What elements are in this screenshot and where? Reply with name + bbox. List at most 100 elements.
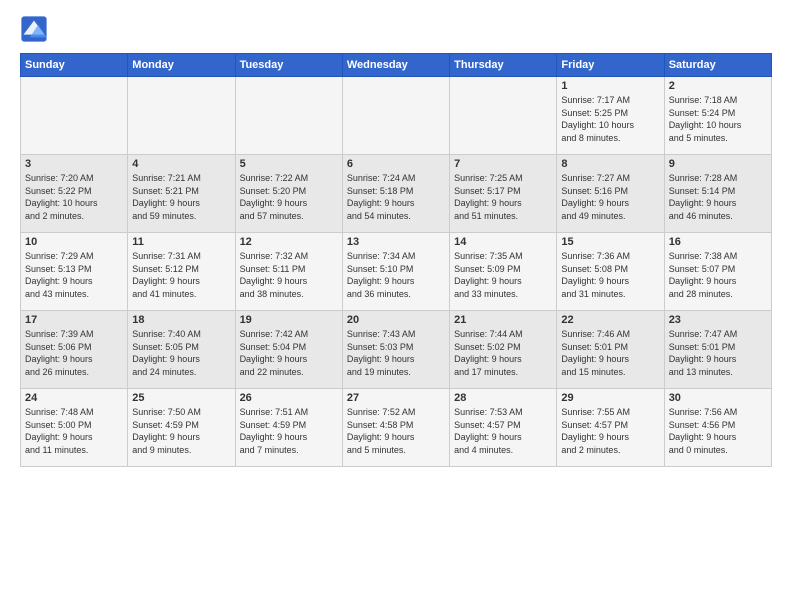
- day-header-sunday: Sunday: [21, 54, 128, 77]
- day-number: 11: [132, 236, 230, 248]
- day-info: Sunrise: 7:42 AM Sunset: 5:04 PM Dayligh…: [240, 328, 338, 378]
- day-info: Sunrise: 7:47 AM Sunset: 5:01 PM Dayligh…: [669, 328, 767, 378]
- day-number: 19: [240, 314, 338, 326]
- day-number: 13: [347, 236, 445, 248]
- day-info: Sunrise: 7:55 AM Sunset: 4:57 PM Dayligh…: [561, 406, 659, 456]
- day-number: 16: [669, 236, 767, 248]
- day-info: Sunrise: 7:39 AM Sunset: 5:06 PM Dayligh…: [25, 328, 123, 378]
- calendar-cell: 7 Sunrise: 7:25 AM Sunset: 5:17 PM Daylig…: [450, 155, 557, 233]
- calendar-cell: 23 Sunrise: 7:47 AM Sunset: 5:01 PM Dayli…: [664, 311, 771, 389]
- calendar-cell: 11 Sunrise: 7:31 AM Sunset: 5:12 PM Dayli…: [128, 233, 235, 311]
- logo: [20, 15, 52, 43]
- day-number: 17: [25, 314, 123, 326]
- day-info: Sunrise: 7:38 AM Sunset: 5:07 PM Dayligh…: [669, 250, 767, 300]
- day-number: 1: [561, 80, 659, 92]
- day-number: 21: [454, 314, 552, 326]
- calendar-cell: 18 Sunrise: 7:40 AM Sunset: 5:05 PM Dayli…: [128, 311, 235, 389]
- day-number: 4: [132, 158, 230, 170]
- day-info: Sunrise: 7:56 AM Sunset: 4:56 PM Dayligh…: [669, 406, 767, 456]
- calendar-cell: 21 Sunrise: 7:44 AM Sunset: 5:02 PM Dayli…: [450, 311, 557, 389]
- calendar-cell: 2 Sunrise: 7:18 AM Sunset: 5:24 PM Daylig…: [664, 77, 771, 155]
- day-info: Sunrise: 7:18 AM Sunset: 5:24 PM Dayligh…: [669, 94, 767, 144]
- calendar-cell: 8Sunrise: 7:27 AM Sunset: 5:16 PM Daylig…: [557, 155, 664, 233]
- day-info: Sunrise: 7:51 AM Sunset: 4:59 PM Dayligh…: [240, 406, 338, 456]
- calendar-body: 1 Sunrise: 7:17 AM Sunset: 5:25 PM Daylig…: [21, 77, 772, 467]
- week-row-4: 17 Sunrise: 7:39 AM Sunset: 5:06 PM Dayli…: [21, 311, 772, 389]
- calendar-cell: 12 Sunrise: 7:32 AM Sunset: 5:11 PM Dayli…: [235, 233, 342, 311]
- day-info: Sunrise: 7:53 AM Sunset: 4:57 PM Dayligh…: [454, 406, 552, 456]
- day-header-friday: Friday: [557, 54, 664, 77]
- day-number: 12: [240, 236, 338, 248]
- day-number: 10: [25, 236, 123, 248]
- day-number: 28: [454, 392, 552, 404]
- calendar-cell: 1 Sunrise: 7:17 AM Sunset: 5:25 PM Daylig…: [557, 77, 664, 155]
- calendar-cell: 20 Sunrise: 7:43 AM Sunset: 5:03 PM Dayli…: [342, 311, 449, 389]
- week-row-3: 10 Sunrise: 7:29 AM Sunset: 5:13 PM Dayli…: [21, 233, 772, 311]
- calendar-cell: [342, 77, 449, 155]
- day-info: Sunrise: 7:52 AM Sunset: 4:58 PM Dayligh…: [347, 406, 445, 456]
- calendar-cell: 27Sunrise: 7:52 AM Sunset: 4:58 PM Dayli…: [342, 389, 449, 467]
- day-info: Sunrise: 7:17 AM Sunset: 5:25 PM Dayligh…: [561, 94, 659, 144]
- calendar-cell: 4 Sunrise: 7:21 AM Sunset: 5:21 PM Daylig…: [128, 155, 235, 233]
- calendar-cell: [21, 77, 128, 155]
- day-number: 7: [454, 158, 552, 170]
- page-container: SundayMondayTuesdayWednesdayThursdayFrid…: [0, 0, 792, 477]
- day-number: 15: [561, 236, 659, 248]
- day-number: 9: [669, 158, 767, 170]
- calendar-cell: 3 Sunrise: 7:20 AM Sunset: 5:22 PM Daylig…: [21, 155, 128, 233]
- day-info: Sunrise: 7:48 AM Sunset: 5:00 PM Dayligh…: [25, 406, 123, 456]
- day-info: Sunrise: 7:28 AM Sunset: 5:14 PM Dayligh…: [669, 172, 767, 222]
- day-header-monday: Monday: [128, 54, 235, 77]
- day-info: Sunrise: 7:29 AM Sunset: 5:13 PM Dayligh…: [25, 250, 123, 300]
- calendar-cell: 19 Sunrise: 7:42 AM Sunset: 5:04 PM Dayli…: [235, 311, 342, 389]
- day-info: Sunrise: 7:24 AM Sunset: 5:18 PM Dayligh…: [347, 172, 445, 222]
- week-row-2: 3 Sunrise: 7:20 AM Sunset: 5:22 PM Daylig…: [21, 155, 772, 233]
- calendar-cell: 5 Sunrise: 7:22 AM Sunset: 5:20 PM Daylig…: [235, 155, 342, 233]
- day-header-saturday: Saturday: [664, 54, 771, 77]
- day-info: Sunrise: 7:20 AM Sunset: 5:22 PM Dayligh…: [25, 172, 123, 222]
- calendar-cell: [235, 77, 342, 155]
- header: [20, 15, 772, 43]
- calendar-cell: 9 Sunrise: 7:28 AM Sunset: 5:14 PM Daylig…: [664, 155, 771, 233]
- day-number: 30: [669, 392, 767, 404]
- calendar-cell: 13 Sunrise: 7:34 AM Sunset: 5:10 PM Dayli…: [342, 233, 449, 311]
- day-header-tuesday: Tuesday: [235, 54, 342, 77]
- calendar-cell: [450, 77, 557, 155]
- calendar-cell: 22Sunrise: 7:46 AM Sunset: 5:01 PM Dayli…: [557, 311, 664, 389]
- day-info: Sunrise: 7:36 AM Sunset: 5:08 PM Dayligh…: [561, 250, 659, 300]
- day-number: 23: [669, 314, 767, 326]
- day-number: 3: [25, 158, 123, 170]
- day-info: Sunrise: 7:46 AM Sunset: 5:01 PM Dayligh…: [561, 328, 659, 378]
- day-info: Sunrise: 7:22 AM Sunset: 5:20 PM Dayligh…: [240, 172, 338, 222]
- day-number: 25: [132, 392, 230, 404]
- day-info: Sunrise: 7:34 AM Sunset: 5:10 PM Dayligh…: [347, 250, 445, 300]
- day-number: 6: [347, 158, 445, 170]
- calendar-cell: 14 Sunrise: 7:35 AM Sunset: 5:09 PM Dayli…: [450, 233, 557, 311]
- calendar-table: SundayMondayTuesdayWednesdayThursdayFrid…: [20, 53, 772, 467]
- calendar-cell: 17 Sunrise: 7:39 AM Sunset: 5:06 PM Dayli…: [21, 311, 128, 389]
- calendar-header-row: SundayMondayTuesdayWednesdayThursdayFrid…: [21, 54, 772, 77]
- day-number: 24: [25, 392, 123, 404]
- day-info: Sunrise: 7:35 AM Sunset: 5:09 PM Dayligh…: [454, 250, 552, 300]
- day-header-wednesday: Wednesday: [342, 54, 449, 77]
- day-number: 2: [669, 80, 767, 92]
- day-number: 29: [561, 392, 659, 404]
- calendar-cell: 24 Sunrise: 7:48 AM Sunset: 5:00 PM Dayli…: [21, 389, 128, 467]
- day-info: Sunrise: 7:25 AM Sunset: 5:17 PM Dayligh…: [454, 172, 552, 222]
- day-info: Sunrise: 7:31 AM Sunset: 5:12 PM Dayligh…: [132, 250, 230, 300]
- day-info: Sunrise: 7:44 AM Sunset: 5:02 PM Dayligh…: [454, 328, 552, 378]
- day-info: Sunrise: 7:21 AM Sunset: 5:21 PM Dayligh…: [132, 172, 230, 222]
- day-number: 8: [561, 158, 659, 170]
- calendar-cell: [128, 77, 235, 155]
- day-number: 20: [347, 314, 445, 326]
- week-row-5: 24 Sunrise: 7:48 AM Sunset: 5:00 PM Dayli…: [21, 389, 772, 467]
- day-info: Sunrise: 7:43 AM Sunset: 5:03 PM Dayligh…: [347, 328, 445, 378]
- day-number: 5: [240, 158, 338, 170]
- day-info: Sunrise: 7:50 AM Sunset: 4:59 PM Dayligh…: [132, 406, 230, 456]
- day-header-thursday: Thursday: [450, 54, 557, 77]
- day-number: 14: [454, 236, 552, 248]
- day-info: Sunrise: 7:32 AM Sunset: 5:11 PM Dayligh…: [240, 250, 338, 300]
- calendar-cell: 26Sunrise: 7:51 AM Sunset: 4:59 PM Dayli…: [235, 389, 342, 467]
- day-number: 18: [132, 314, 230, 326]
- day-info: Sunrise: 7:40 AM Sunset: 5:05 PM Dayligh…: [132, 328, 230, 378]
